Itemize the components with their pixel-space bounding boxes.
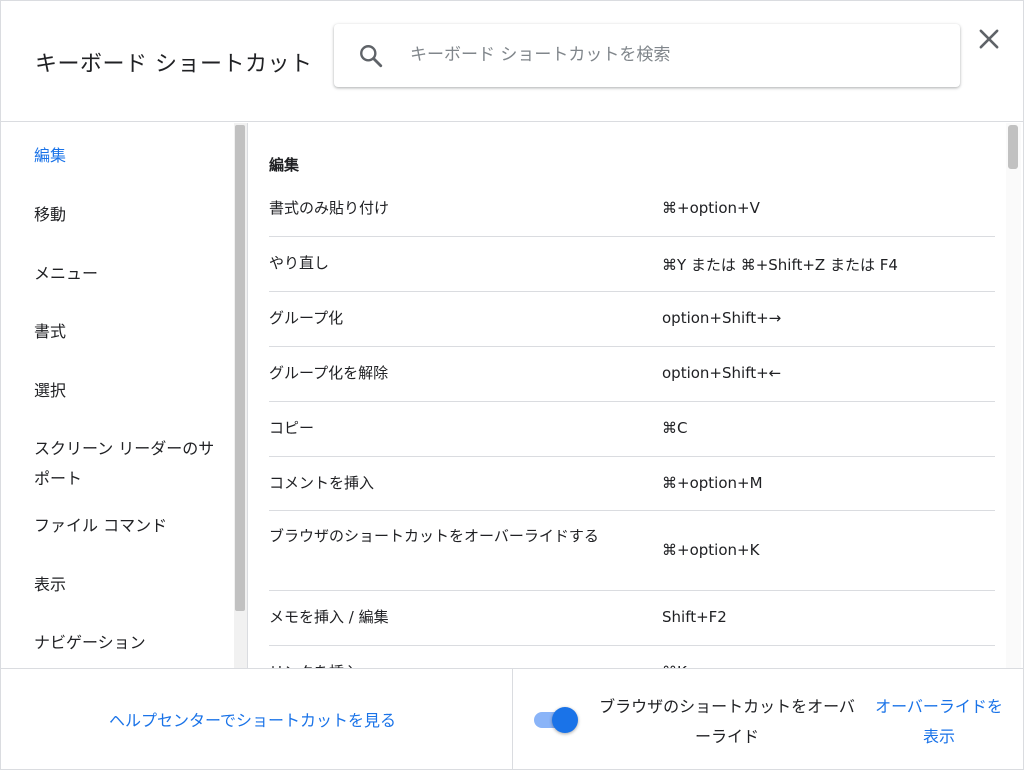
shortcut-keys: ⌘+option+K (662, 541, 760, 559)
shortcut-row: 書式のみ貼り付け ⌘+option+V (269, 182, 995, 237)
shortcut-name: ブラウザのショートカットをオーバーライドする (269, 527, 599, 545)
override-toggle-label: ブラウザのショートカットをオーバーライド (599, 697, 855, 746)
shortcut-name: メモを挿入 / 編集 (269, 608, 389, 626)
shortcut-keys: ⌘+option+M (662, 474, 763, 492)
shortcut-keys: ⌘Y または ⌘+Shift+Z または F4 (662, 256, 898, 274)
shortcut-row: コメントを挿入 ⌘+option+M (269, 457, 995, 511)
shortcut-name: 書式のみ貼り付け (269, 199, 390, 217)
help-center-link[interactable]: ヘルプセンターでショートカットを見る (109, 707, 396, 731)
shortcut-row: やり直し ⌘Y または ⌘+Shift+Z または F4 (269, 237, 995, 292)
shortcut-row: コピー ⌘C (269, 402, 995, 457)
toggle-knob (552, 707, 578, 733)
show-overrides-link[interactable]: オーバーライドを表示 (875, 692, 1003, 752)
shortcuts-dialog: キーボード ショートカット 編集 移動 メニュー 書式 選択 スクリーン リーダ… (0, 0, 1024, 770)
dialog-footer: ヘルプセンターでショートカットを見る ブラウザのショートカットをオーバーライド … (1, 668, 1023, 770)
shortcut-name: グループ化 (269, 309, 344, 327)
shortcut-row: リンクを挿入 ⌘K (269, 646, 995, 668)
sidebar-item-edit[interactable]: 編集 (34, 141, 224, 171)
shortcut-row: ブラウザのショートカットをオーバーライドする ⌘+option+K (269, 511, 995, 591)
shortcut-keys: ⌘+option+V (662, 199, 760, 217)
sidebar-item-navigation[interactable]: ナビゲーション (34, 628, 224, 658)
dialog-title: キーボード ショートカット (35, 52, 313, 77)
shortcut-keys: option+Shift+→ (662, 309, 782, 327)
shortcut-keys: ⌘C (662, 419, 688, 437)
sidebar-item-view[interactable]: 表示 (34, 570, 224, 600)
shortcut-name: グループ化を解除 (269, 364, 389, 382)
override-toggle[interactable] (534, 707, 580, 733)
shortcut-name: やり直し (269, 254, 330, 272)
sidebar-scrollbar[interactable] (234, 123, 247, 668)
sidebar-item-move[interactable]: 移動 (34, 200, 224, 230)
search-input[interactable] (410, 37, 930, 73)
shortcut-name: コピー (269, 419, 315, 437)
shortcut-name: コメントを挿入 (269, 474, 375, 492)
sidebar-item-select[interactable]: 選択 (34, 376, 224, 406)
sidebar-item-screen-reader[interactable]: スクリーン リーダーのサポート (34, 434, 229, 494)
shortcut-row: グループ化 option+Shift+→ (269, 292, 995, 347)
footer-divider (512, 669, 513, 770)
shortcut-keys: option+Shift+← (662, 364, 782, 382)
sidebar-item-file-commands[interactable]: ファイル コマンド (34, 511, 224, 541)
sidebar-scrollbar-thumb[interactable] (235, 125, 245, 611)
shortcut-name: リンクを挿入 (269, 659, 629, 668)
shortcut-keys: Shift+F2 (662, 608, 727, 626)
shortcut-row: メモを挿入 / 編集 Shift+F2 (269, 591, 995, 646)
list-scrollbar[interactable] (1006, 123, 1021, 668)
dialog-header: キーボード ショートカット (1, 1, 1023, 122)
search-icon (360, 45, 383, 68)
close-icon[interactable] (975, 25, 1003, 53)
sidebar-item-format[interactable]: 書式 (34, 317, 224, 347)
list-scrollbar-thumb[interactable] (1008, 125, 1018, 169)
section-title: 編集 (269, 156, 300, 174)
search-box[interactable] (334, 24, 960, 87)
category-sidebar: 編集 移動 メニュー 書式 選択 スクリーン リーダーのサポート ファイル コマ… (1, 123, 248, 668)
sidebar-item-menu[interactable]: メニュー (34, 259, 224, 289)
shortcut-row: グループ化を解除 option+Shift+← (269, 347, 995, 402)
shortcut-list: 編集 書式のみ貼り付け ⌘+option+V やり直し ⌘Y または ⌘+Shi… (249, 123, 1023, 668)
